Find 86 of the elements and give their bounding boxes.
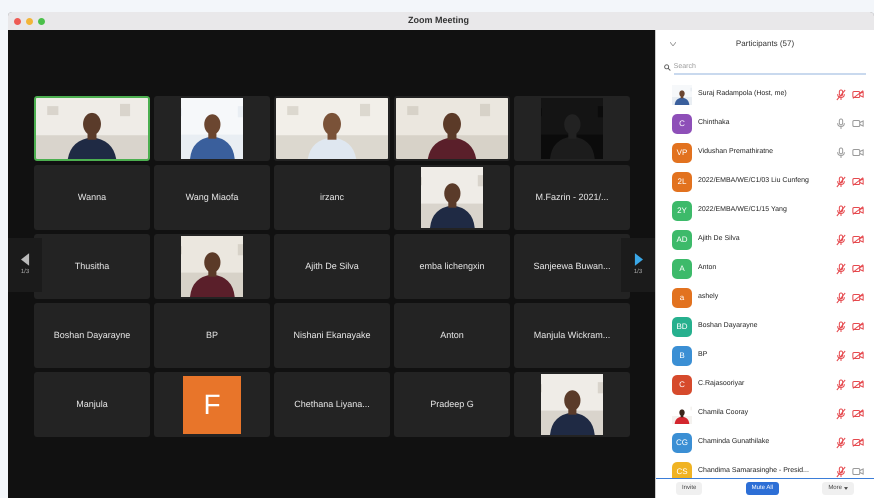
initials-avatar: 2Y <box>672 200 692 220</box>
participant-name: Manjula Wickram... <box>534 328 610 342</box>
window-title: Zoom Meeting <box>408 14 469 28</box>
video-tile[interactable]: Boshan Dayarayne <box>34 303 150 368</box>
muted-mic-icon[interactable] <box>836 436 846 448</box>
participant-name: Boshan Dayarayne <box>54 328 130 342</box>
video-off-icon[interactable] <box>852 293 864 302</box>
video-off-icon[interactable] <box>852 264 864 273</box>
participant-name: emba lichengxin <box>419 260 485 273</box>
muted-mic-icon[interactable] <box>836 408 846 420</box>
video-tile[interactable] <box>514 372 630 437</box>
video-camera-icon[interactable] <box>852 148 864 157</box>
close-button[interactable] <box>14 18 21 24</box>
participant-name: Wang Miaofa <box>186 190 238 204</box>
video-tile[interactable]: emba lichengxin <box>394 234 510 299</box>
video-tile[interactable]: Sanjeewa Buwan... <box>514 234 630 299</box>
initials-avatar: B <box>672 346 692 366</box>
muted-mic-icon[interactable] <box>836 378 846 390</box>
muted-mic-icon[interactable] <box>836 88 846 100</box>
video-tile[interactable]: Wang Miaofa <box>154 165 270 230</box>
initials-avatar: C <box>672 114 692 134</box>
participant-name: Wanna <box>78 190 106 204</box>
mic-icon[interactable] <box>836 118 846 130</box>
initials-avatar: 2L <box>672 172 692 192</box>
search-icon <box>664 64 671 70</box>
initials-avatar: a <box>672 288 692 308</box>
video-tile[interactable]: Manjula <box>34 372 150 437</box>
muted-mic-icon[interactable] <box>836 262 846 274</box>
muted-mic-icon[interactable] <box>836 204 846 216</box>
initials-avatar: BD <box>672 316 692 336</box>
participant-name: Sanjeewa Buwan... <box>533 260 611 273</box>
participant-name: Manjula <box>76 398 108 411</box>
participant-name: Ajith De Silva <box>305 260 359 273</box>
video-off-icon[interactable] <box>852 206 864 215</box>
video-off-icon[interactable] <box>852 90 864 99</box>
video-off-icon[interactable] <box>852 409 864 418</box>
video-tile[interactable] <box>154 96 270 161</box>
participant-name: Thusitha <box>74 260 110 273</box>
video-tile[interactable]: Nishani Ekanayake <box>274 303 390 368</box>
initials-avatar: C <box>672 374 692 394</box>
video-tile[interactable]: Wanna <box>34 165 150 230</box>
participant-name: Nishani Ekanayake <box>293 328 371 342</box>
video-tile[interactable]: irzanc <box>274 165 390 230</box>
initials-avatar: AD <box>672 230 692 250</box>
participant-name: Chethana Liyana... <box>294 398 370 411</box>
video-tile[interactable] <box>514 96 630 161</box>
video-off-icon[interactable] <box>852 322 864 331</box>
participant-name: BP <box>206 328 218 342</box>
video-off-icon[interactable] <box>852 380 864 389</box>
video-tile[interactable]: Chethana Liyana... <box>274 372 390 437</box>
video-off-icon[interactable] <box>852 177 864 186</box>
video-tile[interactable]: Pradeep G <box>394 372 510 437</box>
left-arrow-icon <box>20 253 30 266</box>
mic-icon[interactable] <box>836 146 846 158</box>
video-off-icon[interactable] <box>852 438 864 447</box>
muted-mic-icon[interactable] <box>836 176 846 188</box>
muted-mic-icon[interactable] <box>836 350 846 362</box>
initials-avatar: CG <box>672 432 692 452</box>
muted-mic-icon[interactable] <box>836 320 846 332</box>
video-tile[interactable]: Anton <box>394 303 510 368</box>
initial-avatar: F <box>183 376 241 434</box>
video-camera-icon[interactable] <box>852 467 864 476</box>
panel-title: Participants (57) <box>736 38 794 50</box>
initials-avatar: A <box>672 258 692 278</box>
initials-avatar: CS <box>672 462 692 478</box>
video-camera-icon[interactable] <box>852 119 864 128</box>
muted-mic-icon[interactable] <box>836 292 846 304</box>
video-tile[interactable] <box>394 165 510 230</box>
video-off-icon[interactable] <box>852 351 864 360</box>
muted-mic-icon[interactable] <box>836 234 846 246</box>
right-arrow-icon <box>634 253 642 266</box>
video-off-icon[interactable] <box>852 235 864 244</box>
video-tile[interactable]: BP <box>154 303 270 368</box>
participant-name: Pradeep G <box>430 398 474 411</box>
video-tile[interactable]: Manjula Wickram... <box>514 303 630 368</box>
participant-name: Anton <box>440 328 464 342</box>
participant-name: M.Fazrin - 2021/... <box>535 190 609 204</box>
muted-mic-icon[interactable] <box>836 466 846 478</box>
initials-avatar: VP <box>672 142 692 162</box>
video-tile[interactable]: Thusitha <box>34 234 150 299</box>
caret-icon <box>844 487 848 490</box>
video-tile[interactable]: Ajith De Silva <box>274 234 390 299</box>
chevron-down-icon[interactable] <box>670 42 676 46</box>
participant-name: irzanc <box>320 190 344 204</box>
video-tile[interactable] <box>154 234 270 299</box>
video-tile[interactable]: M.Fazrin - 2021/... <box>514 165 630 230</box>
